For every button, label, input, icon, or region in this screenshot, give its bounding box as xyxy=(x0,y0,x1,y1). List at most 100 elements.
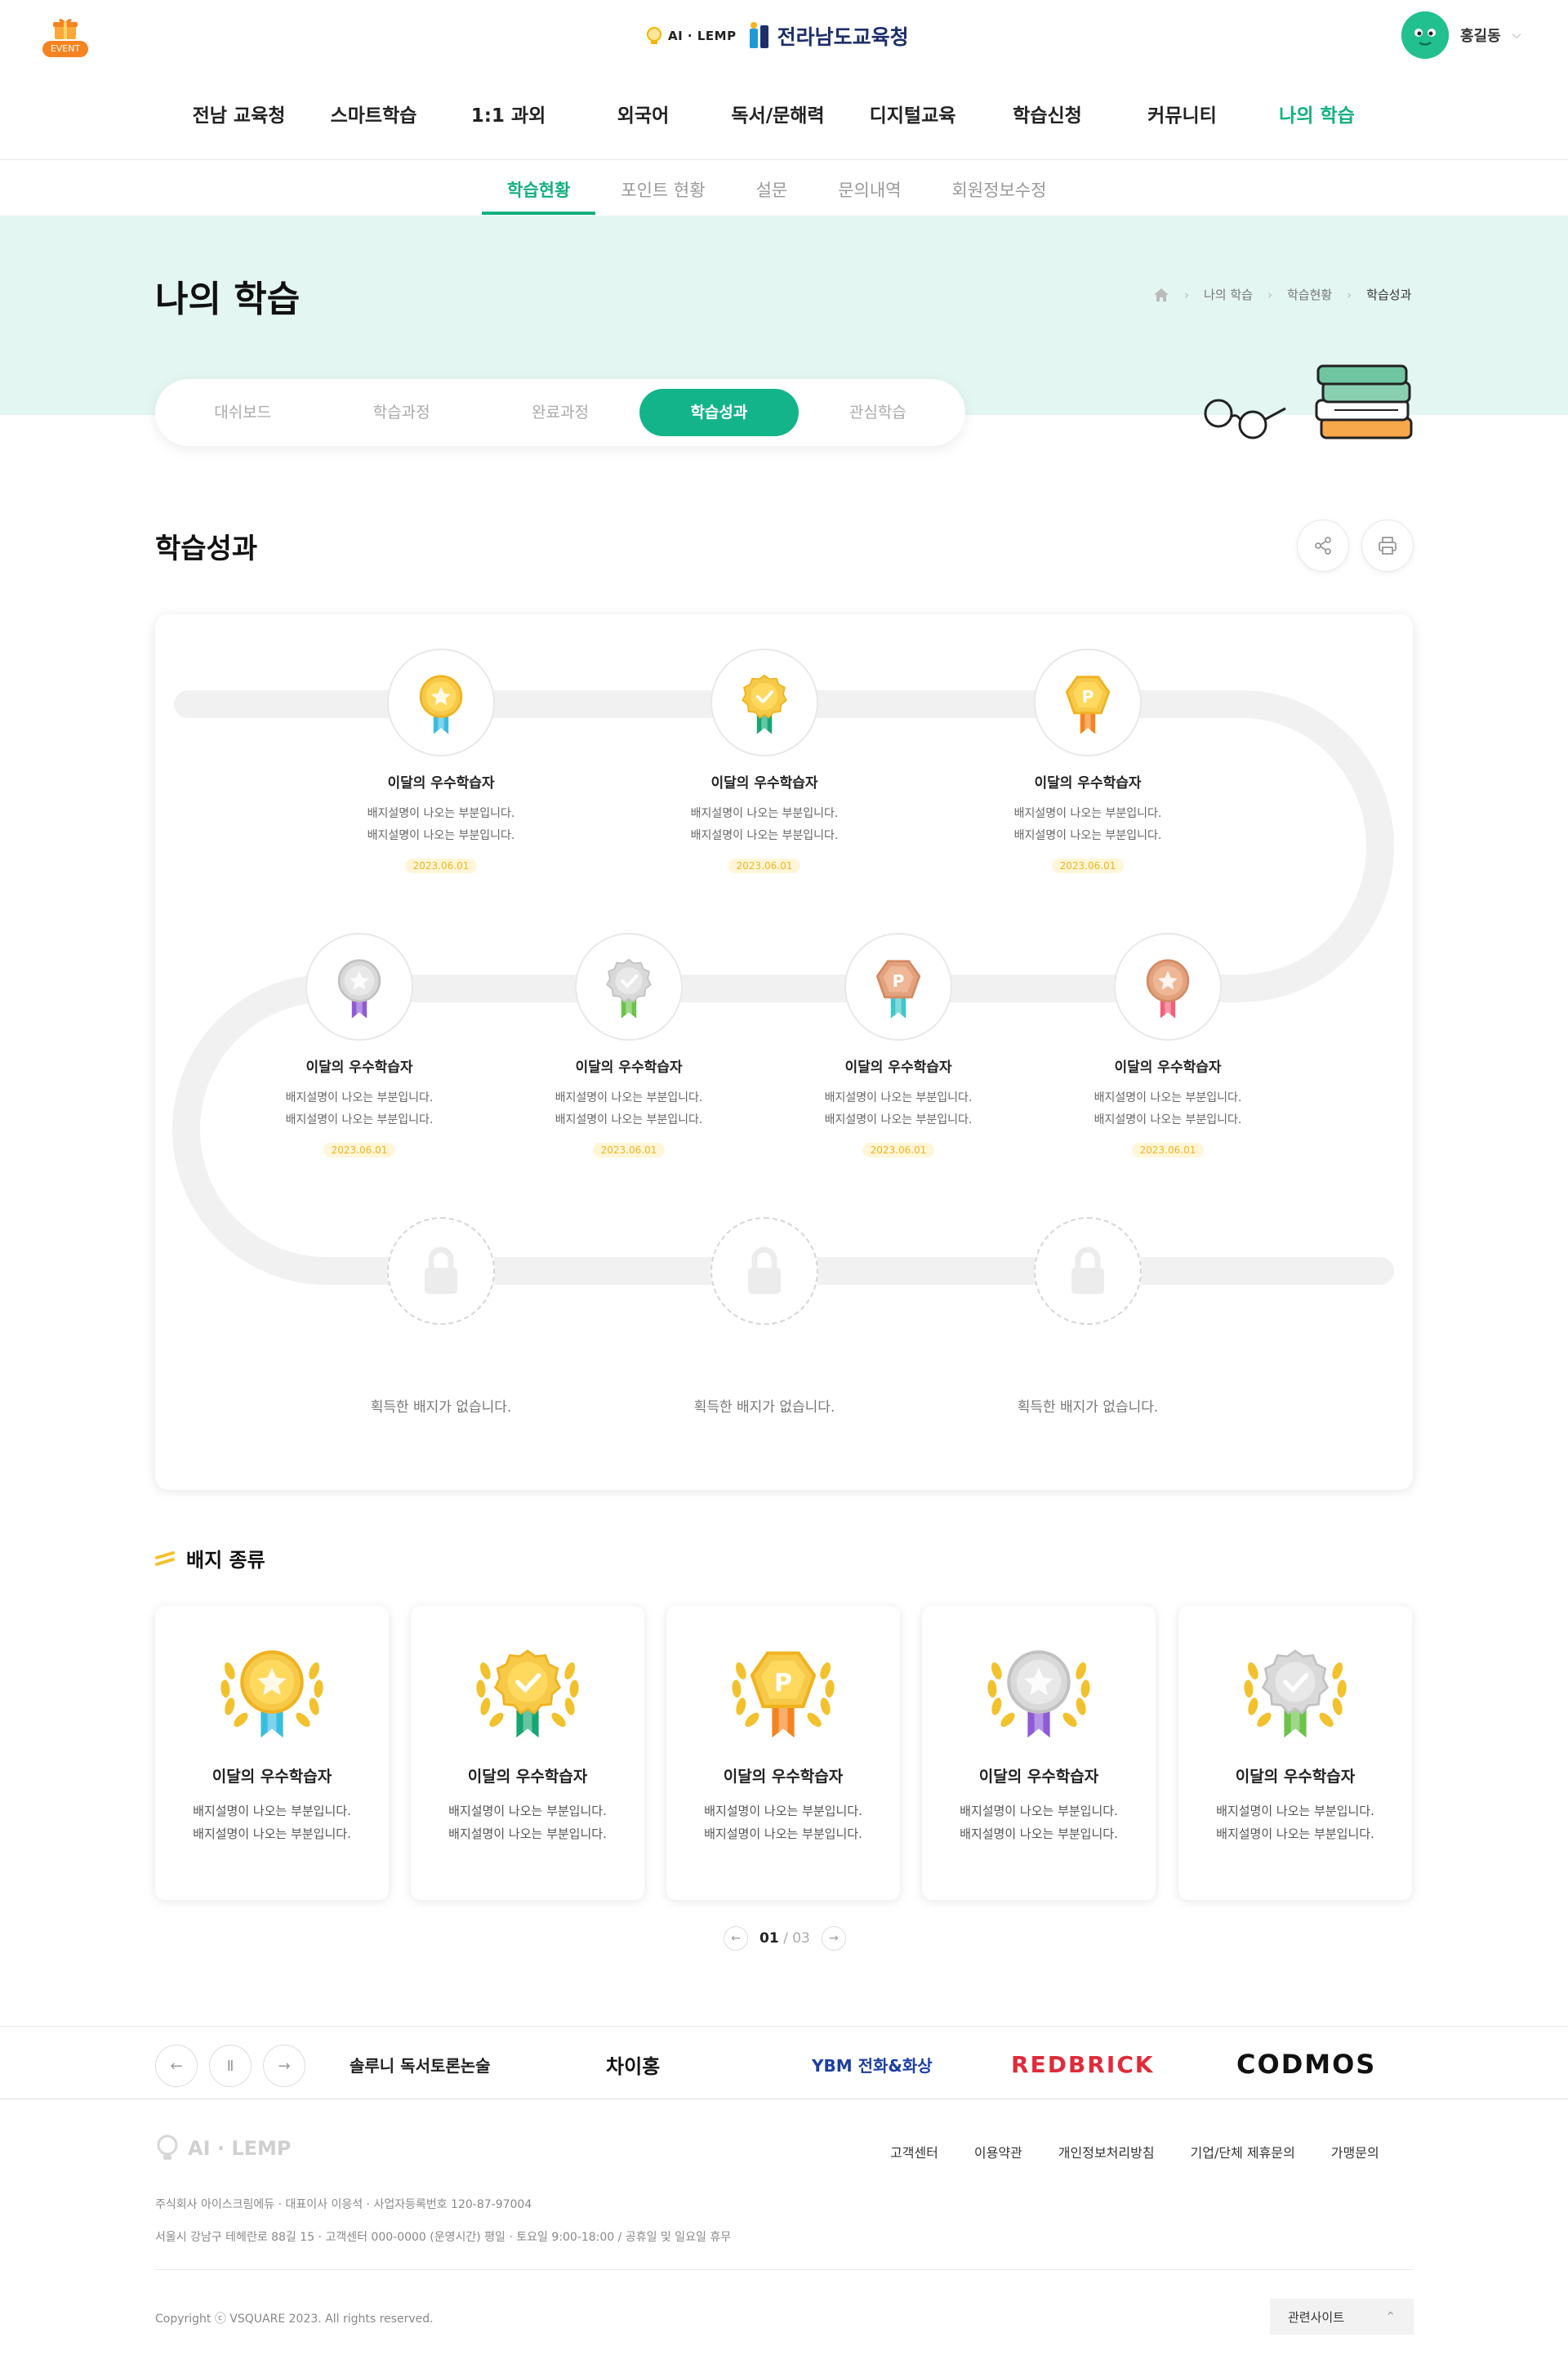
partner-logo-redbrick[interactable]: REDBRICK xyxy=(1011,2046,1155,2082)
earned-badge[interactable]: 이달의 우수학습자 배지설명이 나오는 부분입니다. 배지설명이 나오는 부분입니… xyxy=(506,933,751,1157)
badge-kind-name: 이달의 우수학습자 xyxy=(467,1768,588,1786)
locked-badge[interactable]: 획득한 배지가 없습니다. xyxy=(318,1217,564,1416)
header: EVENT AI · LEMP 전라남도교육청 홍길동 ⌵ 전남 교육청 스마트… xyxy=(0,0,1568,160)
footer-link-privacy[interactable]: 개인정보처리방침 xyxy=(1058,2142,1155,2161)
badge-name: 이달의 우수학습자 xyxy=(575,1059,683,1076)
earned-badge[interactable]: 이달의 우수학습자 배지설명이 나오는 부분입니다. 배지설명이 나오는 부분입니… xyxy=(1045,933,1290,1157)
footer-link-support[interactable]: 고객센터 xyxy=(890,2142,938,2161)
gnb-item-apply[interactable]: 학습신청 xyxy=(980,100,1115,127)
character-icon xyxy=(1401,11,1449,59)
medal-gold-p-icon: P xyxy=(666,1635,900,1742)
partner-next-button[interactable]: → xyxy=(263,2045,305,2087)
breadcrumb-item[interactable]: 학습현황 xyxy=(1287,286,1332,303)
badge-desc: 배지설명이 나오는 부분입니다. xyxy=(555,1091,703,1104)
event-button[interactable]: EVENT xyxy=(42,16,88,59)
badge-kind-desc: 배지설명이 나오는 부분입니다. xyxy=(193,1827,351,1841)
lock-icon xyxy=(710,1217,818,1325)
badge-kind-desc: 배지설명이 나오는 부분입니다. xyxy=(1216,1804,1374,1818)
badge-name: 이달의 우수학습자 xyxy=(710,775,818,792)
empty-badge-text: 획득한 배지가 없습니다. xyxy=(370,1399,512,1416)
gnb-item-office[interactable]: 전남 교육청 xyxy=(172,100,306,127)
partner-logo-ybm[interactable]: YBM 전화&화상 xyxy=(812,2046,933,2082)
medal-silver-check-icon xyxy=(575,933,683,1041)
section-title: 학습성과 xyxy=(155,533,258,565)
badge-desc: 배지설명이 나오는 부분입니다. xyxy=(285,1091,434,1104)
lightbulb-icon xyxy=(157,2134,178,2160)
badge-date: 2023.06.01 xyxy=(323,1143,396,1157)
medal-silver-star-icon xyxy=(922,1635,1156,1742)
share-icon xyxy=(1315,537,1331,555)
chevron-down-icon: ⌵ xyxy=(1512,29,1521,42)
family-site-select[interactable]: 관련사이트 ⌃ xyxy=(1270,2299,1414,2335)
tab-favorites[interactable]: 관심학습 xyxy=(799,389,957,436)
gnb-item-my-learning[interactable]: 나의 학습 xyxy=(1250,100,1384,127)
print-icon xyxy=(1379,537,1396,555)
tab-completed[interactable]: 완료과정 xyxy=(481,389,639,436)
badge-name: 이달의 우수학습자 xyxy=(305,1059,413,1076)
earned-badge[interactable]: 이달의 우수학습자 배지설명이 나오는 부분입니다. 배지설명이 나오는 부분입니… xyxy=(642,649,887,873)
badge-kind-card[interactable]: 이달의 우수학습자 배지설명이 나오는 부분입니다. 배지설명이 나오는 부분입니… xyxy=(1178,1606,1412,1900)
badge-date: 2023.06.01 xyxy=(592,1143,666,1157)
subnav-status[interactable]: 학습현황 xyxy=(482,161,596,215)
global-nav: 전남 교육청 스마트학습 1:1 과외 외국어 독서/문해력 디지털교육 학습신… xyxy=(172,100,1384,127)
locked-badge[interactable]: 획득한 배지가 없습니다. xyxy=(965,1217,1210,1416)
share-button[interactable] xyxy=(1297,520,1349,572)
gnb-item-digital[interactable]: 디지털교육 xyxy=(845,100,980,127)
medal-bronze-p-icon: P xyxy=(844,933,952,1041)
gnb-item-reading[interactable]: 독서/문해력 xyxy=(710,100,845,127)
partner-prev-button[interactable]: ← xyxy=(155,2045,198,2087)
print-button[interactable] xyxy=(1361,520,1414,572)
subnav-points[interactable]: 포인트 현황 xyxy=(595,161,730,215)
badge-date: 2023.06.01 xyxy=(862,1143,935,1157)
earned-badge[interactable]: P 이달의 우수학습자 배지설명이 나오는 부분입니다. 배지설명이 나오는 부분… xyxy=(965,649,1210,873)
badge-kind-card[interactable]: 이달의 우수학습자 배지설명이 나오는 부분입니다. 배지설명이 나오는 부분입니… xyxy=(922,1606,1156,1900)
medal-silver-check-icon xyxy=(1178,1635,1412,1742)
brand-logos[interactable]: AI · LEMP 전라남도교육청 xyxy=(645,18,909,54)
subnav-inquiry[interactable]: 문의내역 xyxy=(813,161,926,215)
earned-badge[interactable]: 이달의 우수학습자 배지설명이 나오는 부분입니다. 배지설명이 나오는 부분입니… xyxy=(318,649,564,873)
gnb-item-smart[interactable]: 스마트학습 xyxy=(306,100,441,127)
locked-badge[interactable]: 획득한 배지가 없습니다. xyxy=(642,1217,887,1416)
prev-page-button[interactable]: ← xyxy=(724,1926,748,1951)
footer-link-terms[interactable]: 이용약관 xyxy=(974,2142,1022,2161)
page-current: 01 xyxy=(760,1930,779,1947)
badge-desc: 배지설명이 나오는 부분입니다. xyxy=(367,807,515,820)
footer-link-partnership[interactable]: 기업/단체 제휴문의 xyxy=(1191,2142,1295,2161)
company-info: 주식회사 아이스크림에듀 · 대표이사 이응석 · 사업자등록번호 120-87… xyxy=(155,2198,532,2211)
footer-logo: AI · LEMP xyxy=(155,2134,292,2163)
svg-text:P: P xyxy=(1082,687,1094,707)
tab-dashboard[interactable]: 대쉬보드 xyxy=(163,389,322,436)
subnav-member-edit[interactable]: 회원정보수정 xyxy=(926,161,1071,215)
gnb-item-tutor[interactable]: 1:1 과외 xyxy=(441,100,576,127)
partner-pause-button[interactable]: Ⅱ xyxy=(209,2045,252,2087)
badge-kinds-title: 배지 종류 xyxy=(186,1549,265,1572)
page-title: 나의 학습 xyxy=(155,279,301,320)
tab-courses[interactable]: 학습과정 xyxy=(322,389,480,436)
badge-date: 2023.06.01 xyxy=(404,859,478,873)
breadcrumb-item[interactable]: 나의 학습 xyxy=(1204,286,1253,303)
user-menu[interactable]: 홍길동 ⌵ xyxy=(1401,11,1521,59)
earned-badge[interactable]: 이달의 우수학습자 배지설명이 나오는 부분입니다. 배지설명이 나오는 부분입니… xyxy=(237,933,482,1157)
earned-badge[interactable]: P 이달의 우수학습자 배지설명이 나오는 부분입니다. 배지설명이 나오는 부분… xyxy=(776,933,1021,1157)
footer-link-franchise[interactable]: 가맹문의 xyxy=(1331,2142,1379,2161)
badge-desc: 배지설명이 나오는 부분입니다. xyxy=(1094,1113,1242,1126)
office-emblem-icon xyxy=(749,22,768,48)
badge-desc: 배지설명이 나오는 부분입니다. xyxy=(824,1091,973,1104)
tab-achievements[interactable]: 학습성과 xyxy=(639,389,799,436)
badge-kind-name: 이달의 우수학습자 xyxy=(1235,1768,1356,1786)
gnb-item-community[interactable]: 커뮤니티 xyxy=(1115,100,1250,127)
partner-logo-codmos[interactable]: CODMOS xyxy=(1236,2046,1376,2082)
badge-kind-card[interactable]: P 이달의 우수학습자 배지설명이 나오는 부분입니다. 배지설명이 나오는 부분… xyxy=(666,1606,900,1900)
gnb-item-language[interactable]: 외국어 xyxy=(576,100,710,127)
subnav-survey[interactable]: 설문 xyxy=(731,161,813,215)
partner-logo-chaihong[interactable]: 차이홍 xyxy=(606,2046,660,2082)
partner-logo-soluny[interactable]: 솔루니 독서토론논술 xyxy=(350,2046,491,2082)
breadcrumb-separator-icon: › xyxy=(1184,287,1189,302)
badge-kind-desc: 배지설명이 나오는 부분입니다. xyxy=(960,1804,1118,1818)
home-icon[interactable] xyxy=(1153,288,1169,302)
breadcrumb-separator-icon: › xyxy=(1347,287,1352,302)
breadcrumb: › 나의 학습 › 학습현황 › 학습성과 xyxy=(1153,286,1411,303)
next-page-button[interactable]: → xyxy=(821,1926,846,1951)
badge-kind-card[interactable]: 이달의 우수학습자 배지설명이 나오는 부분입니다. 배지설명이 나오는 부분입니… xyxy=(155,1606,389,1900)
badge-kind-card[interactable]: 이달의 우수학습자 배지설명이 나오는 부분입니다. 배지설명이 나오는 부분입니… xyxy=(411,1606,644,1900)
